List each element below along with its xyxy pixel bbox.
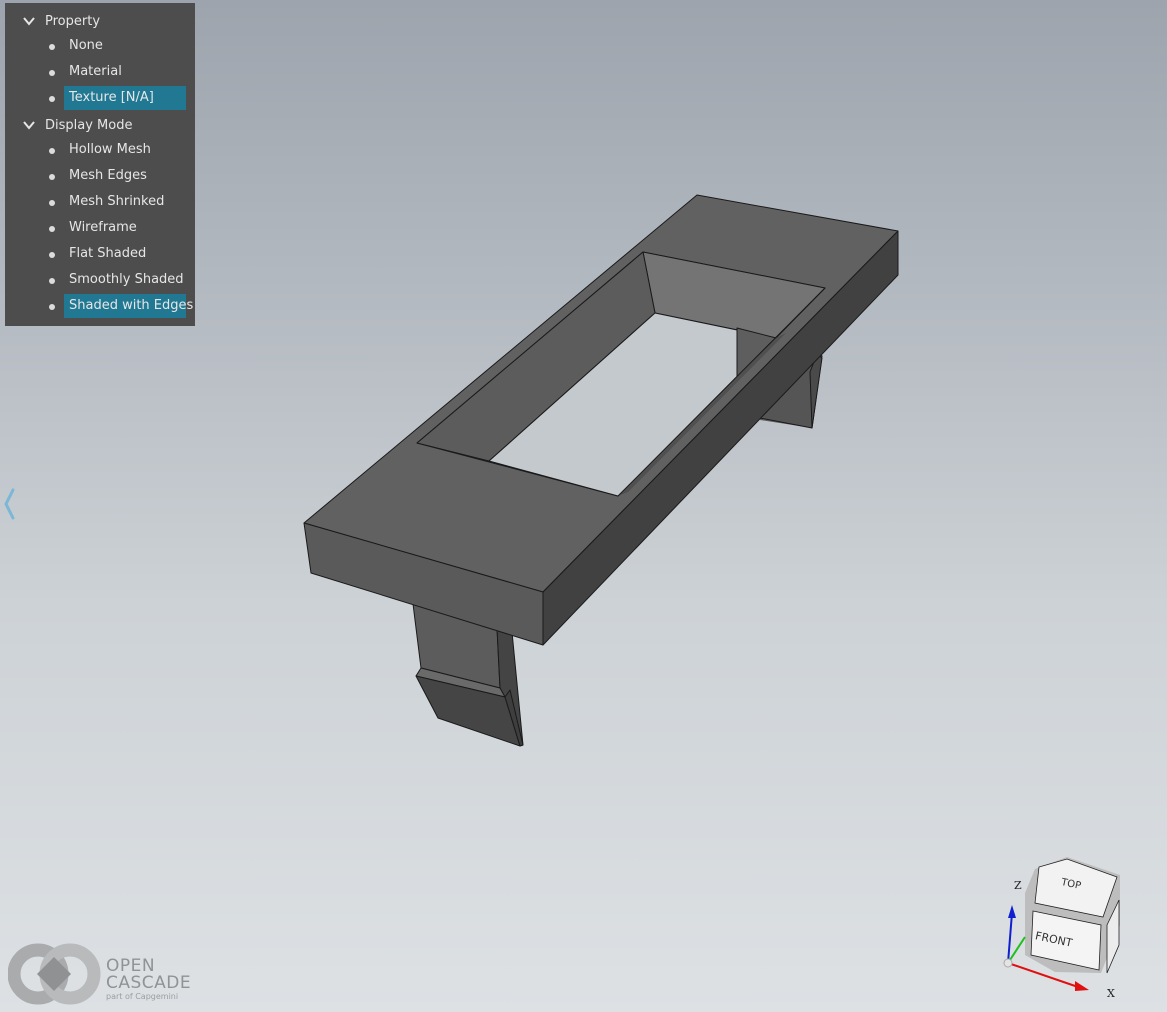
display-options-panel: Property None Material Texture [N/A] Dis… <box>5 3 195 326</box>
axis-x-arrow <box>1075 981 1089 991</box>
3d-viewport[interactable]: Property None Material Texture [N/A] Dis… <box>0 0 1167 1012</box>
group-header-property[interactable]: Property <box>5 8 195 34</box>
bullet-icon <box>49 252 55 258</box>
logo-tagline: part of Capgemini <box>106 992 179 1001</box>
menu-item-label: Smoothly Shaded <box>69 272 184 287</box>
menu-item-wireframe[interactable]: Wireframe <box>5 216 195 242</box>
logo-mark-icon <box>8 943 101 1005</box>
menu-item-label: None <box>69 38 103 53</box>
bullet-icon <box>49 304 55 310</box>
group-label: Property <box>45 13 101 29</box>
menu-item-hollow-mesh[interactable]: Hollow Mesh <box>5 138 195 164</box>
menu-item-smoothly-shaded[interactable]: Smoothly Shaded <box>5 268 195 294</box>
logo-text-cascade: CASCADE <box>106 973 192 993</box>
menu-item-shaded-with-edges[interactable]: Shaded with Edges <box>5 294 195 320</box>
menu-item-label: Shaded with Edges <box>64 294 193 318</box>
open-cascade-logo: OPEN CASCADE part of Capgemini <box>8 943 198 1007</box>
bullet-icon <box>49 200 55 206</box>
menu-item-label: Material <box>69 64 122 79</box>
bullet-icon <box>49 278 55 284</box>
menu-item-label: Hollow Mesh <box>69 142 151 157</box>
menu-item-label: Texture [N/A] <box>64 86 186 110</box>
axis-label-z: Z <box>1014 879 1022 892</box>
menu-item-texture[interactable]: Texture [N/A] <box>5 86 195 112</box>
bullet-icon <box>49 226 55 232</box>
menu-item-mesh-edges[interactable]: Mesh Edges <box>5 164 195 190</box>
group-label: Display Mode <box>45 117 133 133</box>
menu-item-material[interactable]: Material <box>5 60 195 86</box>
menu-item-label: Wireframe <box>69 220 137 235</box>
axis-label-x: X <box>1107 987 1115 1000</box>
bullet-icon <box>49 96 55 102</box>
menu-item-none[interactable]: None <box>5 34 195 60</box>
axis-z <box>1007 912 1013 964</box>
chevron-down-icon <box>23 121 35 130</box>
bullet-icon <box>49 70 55 76</box>
view-cube[interactable]: TOP FRONT Z X <box>995 855 1165 1005</box>
bullet-icon <box>49 148 55 154</box>
axis-origin <box>1003 958 1013 968</box>
bullet-icon <box>49 174 55 180</box>
chevron-left-icon[interactable] <box>2 486 18 522</box>
menu-item-label: Mesh Edges <box>69 168 147 183</box>
chevron-down-icon <box>23 17 35 26</box>
menu-item-label: Mesh Shrinked <box>69 194 165 209</box>
bullet-icon <box>49 44 55 50</box>
menu-item-flat-shaded[interactable]: Flat Shaded <box>5 242 195 268</box>
menu-item-mesh-shrinked[interactable]: Mesh Shrinked <box>5 190 195 216</box>
menu-item-label: Flat Shaded <box>69 246 147 261</box>
group-header-display-mode[interactable]: Display Mode <box>5 112 195 138</box>
axis-z-arrow <box>1008 905 1016 918</box>
